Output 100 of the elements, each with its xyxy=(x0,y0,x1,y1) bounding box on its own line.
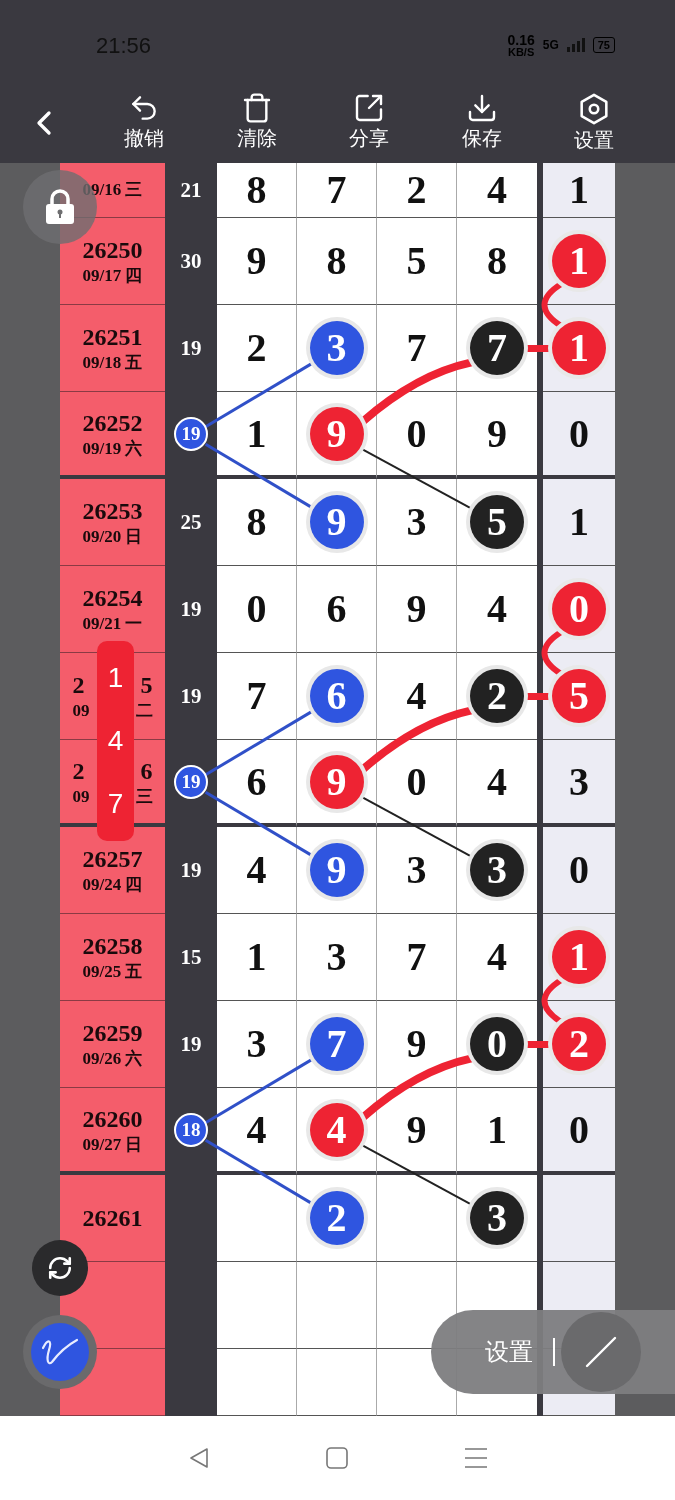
sum-value: 19 xyxy=(179,1031,203,1058)
issue-number: 26252 xyxy=(82,408,143,438)
digit: 7 xyxy=(405,324,428,372)
connector-arc xyxy=(541,629,564,677)
connector-line xyxy=(526,693,550,700)
digit: 4 xyxy=(486,933,508,981)
circled-digit: 2 xyxy=(470,669,524,723)
digit: 2 xyxy=(245,324,268,372)
digit: 1 xyxy=(245,933,268,981)
network-speed: 0.16 xyxy=(507,32,535,47)
digit: 0 xyxy=(568,1105,590,1154)
line-icon xyxy=(585,1336,617,1368)
sum-value: 19 xyxy=(179,857,203,884)
circled-digit: 1 xyxy=(552,234,606,288)
home-nav-icon[interactable] xyxy=(325,1446,350,1470)
signal-icon xyxy=(566,38,585,52)
digit: 4 xyxy=(245,846,268,894)
sum-value: 19 xyxy=(179,683,203,710)
draw-date: 09 xyxy=(72,700,90,722)
circled-digit: 3 xyxy=(470,843,524,897)
refresh-icon xyxy=(47,1255,73,1281)
picker-option[interactable]: 7 xyxy=(107,789,124,818)
digit: 6 xyxy=(245,757,268,806)
digit: 7 xyxy=(245,672,268,720)
digit: 0 xyxy=(568,409,590,458)
draw-date: 09/26 六 xyxy=(82,1048,143,1070)
sum-value: 19 xyxy=(179,596,203,623)
number-picker[interactable]: 1 4 7 xyxy=(97,641,134,841)
circled-sum: 19 xyxy=(174,764,208,799)
digit: 7 xyxy=(405,933,428,981)
digit: 1 xyxy=(568,498,590,546)
draw-date: 09/17 四 xyxy=(82,265,143,287)
toolbar-button[interactable]: 设置 xyxy=(538,92,651,153)
issue-number: 26251 xyxy=(82,323,143,353)
digit: 0 xyxy=(405,409,428,458)
circled-digit: 7 xyxy=(470,321,524,375)
digit: 0 xyxy=(405,757,428,806)
draw-date: 09/25 五 xyxy=(82,961,143,983)
picker-option[interactable]: 4 xyxy=(107,727,124,755)
network-unit: KB/S xyxy=(507,46,535,58)
circled-digit: 9 xyxy=(309,754,364,809)
digit: 9 xyxy=(405,1105,428,1154)
network-type: 5G xyxy=(542,37,559,54)
digit: 4 xyxy=(245,1105,268,1154)
digit: 5 xyxy=(405,237,428,285)
sum-value: 25 xyxy=(179,509,203,536)
menu-label[interactable]: 设置 xyxy=(485,1334,533,1370)
circled-digit: 0 xyxy=(470,1017,524,1071)
issue-number: 26260 xyxy=(82,1104,143,1134)
toolbar-button[interactable]: 撤销 xyxy=(88,92,201,153)
menu-nav-icon[interactable] xyxy=(463,1446,488,1470)
toolbar-button[interactable]: 分享 xyxy=(313,92,426,153)
circled-digit: 9 xyxy=(309,406,364,461)
issue-number: 5 xyxy=(140,671,153,701)
circled-digit: 5 xyxy=(470,495,524,549)
issue-number: 2 xyxy=(72,756,85,786)
circled-digit: 2 xyxy=(552,1017,606,1071)
sum-value: 19 xyxy=(179,335,203,362)
circled-digit: 3 xyxy=(309,321,364,375)
issue-number: 26261 xyxy=(82,1204,143,1233)
issue-number: 6 xyxy=(140,756,153,786)
draw-date: 09 xyxy=(72,785,90,808)
digit: 8 xyxy=(325,237,348,285)
digit: 3 xyxy=(325,933,348,981)
digit: 6 xyxy=(325,585,348,633)
digit: 9 xyxy=(486,409,508,458)
toolbar-button[interactable]: 清除 xyxy=(200,92,313,153)
digit: 4 xyxy=(486,166,508,214)
circled-digit: 1 xyxy=(552,930,606,984)
circled-digit: 2 xyxy=(309,1191,364,1245)
battery-indicator: 75 xyxy=(592,37,615,53)
digit: 4 xyxy=(405,672,428,720)
connector-line xyxy=(526,1041,550,1048)
digit: 0 xyxy=(568,846,590,894)
issue-number: 2 xyxy=(72,671,85,701)
digit: 7 xyxy=(325,166,348,214)
sum-value: 15 xyxy=(179,944,203,971)
issue-number: 26259 xyxy=(82,1019,143,1049)
sum-value: 21 xyxy=(179,177,203,204)
connector-line xyxy=(526,345,550,352)
picker-option[interactable]: 1 xyxy=(107,664,124,693)
digit: 9 xyxy=(405,585,428,633)
draw-date: 09/18 五 xyxy=(82,352,143,374)
draw-date: 09/27 日 xyxy=(82,1133,143,1156)
circled-digit: 9 xyxy=(309,495,364,549)
digit: 3 xyxy=(245,1020,268,1068)
digit: 3 xyxy=(405,498,428,546)
toolbar-button[interactable]: 保存 xyxy=(425,92,538,153)
digit: 4 xyxy=(486,585,508,633)
digit: 9 xyxy=(405,1020,428,1068)
digit: 4 xyxy=(486,757,508,806)
digit: 8 xyxy=(486,237,508,285)
circled-sum: 18 xyxy=(174,1112,208,1147)
issue-number: 26257 xyxy=(82,845,143,875)
digit: 1 xyxy=(568,166,590,214)
digit: 3 xyxy=(568,757,590,806)
sum-value: 30 xyxy=(179,248,203,275)
circled-digit: 3 xyxy=(470,1191,524,1245)
draw-date: 09/19 六 xyxy=(82,437,143,460)
draw-date: 09/21 一 xyxy=(82,613,143,635)
